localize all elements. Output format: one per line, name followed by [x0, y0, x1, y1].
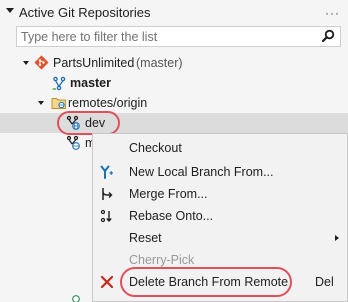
highlight-annotation	[120, 267, 292, 297]
highlight-annotation	[57, 111, 120, 135]
menu-item-label: Rebase Onto...	[129, 209, 214, 223]
menu-item-merge-from[interactable]: Merge From...	[93, 183, 347, 205]
panel-title: Active Git Repositories	[19, 5, 151, 20]
remote-folder-icon	[51, 98, 66, 109]
more-options-icon[interactable]: ···	[325, 6, 340, 20]
new-branch-icon	[100, 165, 113, 179]
git-repo-icon	[34, 55, 49, 70]
menu-item-shortcut: Del	[315, 275, 334, 289]
search-icon[interactable]	[321, 29, 335, 43]
filter-input[interactable]	[21, 28, 311, 45]
repo-current-branch: (master)	[136, 56, 183, 70]
menu-item-label: Reset	[129, 231, 162, 245]
panel-header: Active Git Repositories ···	[0, 0, 348, 26]
menu-item-rebase-onto[interactable]: Rebase Onto...	[93, 205, 347, 227]
expand-arrow-icon[interactable]	[38, 101, 44, 105]
collapse-arrow-icon[interactable]	[6, 8, 14, 13]
menu-item-reset[interactable]: Reset	[93, 227, 347, 249]
repo-name: PartsUnlimited	[53, 56, 135, 70]
rebase-icon	[100, 209, 112, 223]
menu-item-checkout[interactable]: Checkout	[93, 137, 347, 159]
menu-item-label: Merge From...	[129, 187, 208, 201]
expand-arrow-icon[interactable]	[23, 61, 29, 65]
filter-box	[16, 26, 341, 47]
remote-branch-icon	[66, 135, 80, 150]
branch-dev[interactable]: dev	[0, 113, 348, 133]
repo-node[interactable]: PartsUnlimited (master)	[0, 53, 348, 73]
menu-item-label: Checkout	[129, 141, 182, 155]
merge-icon	[102, 188, 113, 200]
remotes-origin-label: remotes/origin	[68, 96, 148, 110]
delete-x-icon	[100, 275, 114, 289]
remote-branch-icon	[72, 295, 80, 302]
menu-item-new-local-branch[interactable]: New Local Branch From...	[93, 161, 347, 183]
branch-master-label: master	[70, 76, 111, 90]
branch-icon	[52, 76, 66, 91]
submenu-arrow-icon	[335, 235, 339, 241]
branch-master[interactable]: master	[0, 73, 348, 93]
menu-item-label: Cherry-Pick	[129, 253, 195, 267]
menu-item-label: New Local Branch From...	[129, 165, 274, 179]
remotes-origin-node[interactable]: remotes/origin	[0, 93, 348, 113]
